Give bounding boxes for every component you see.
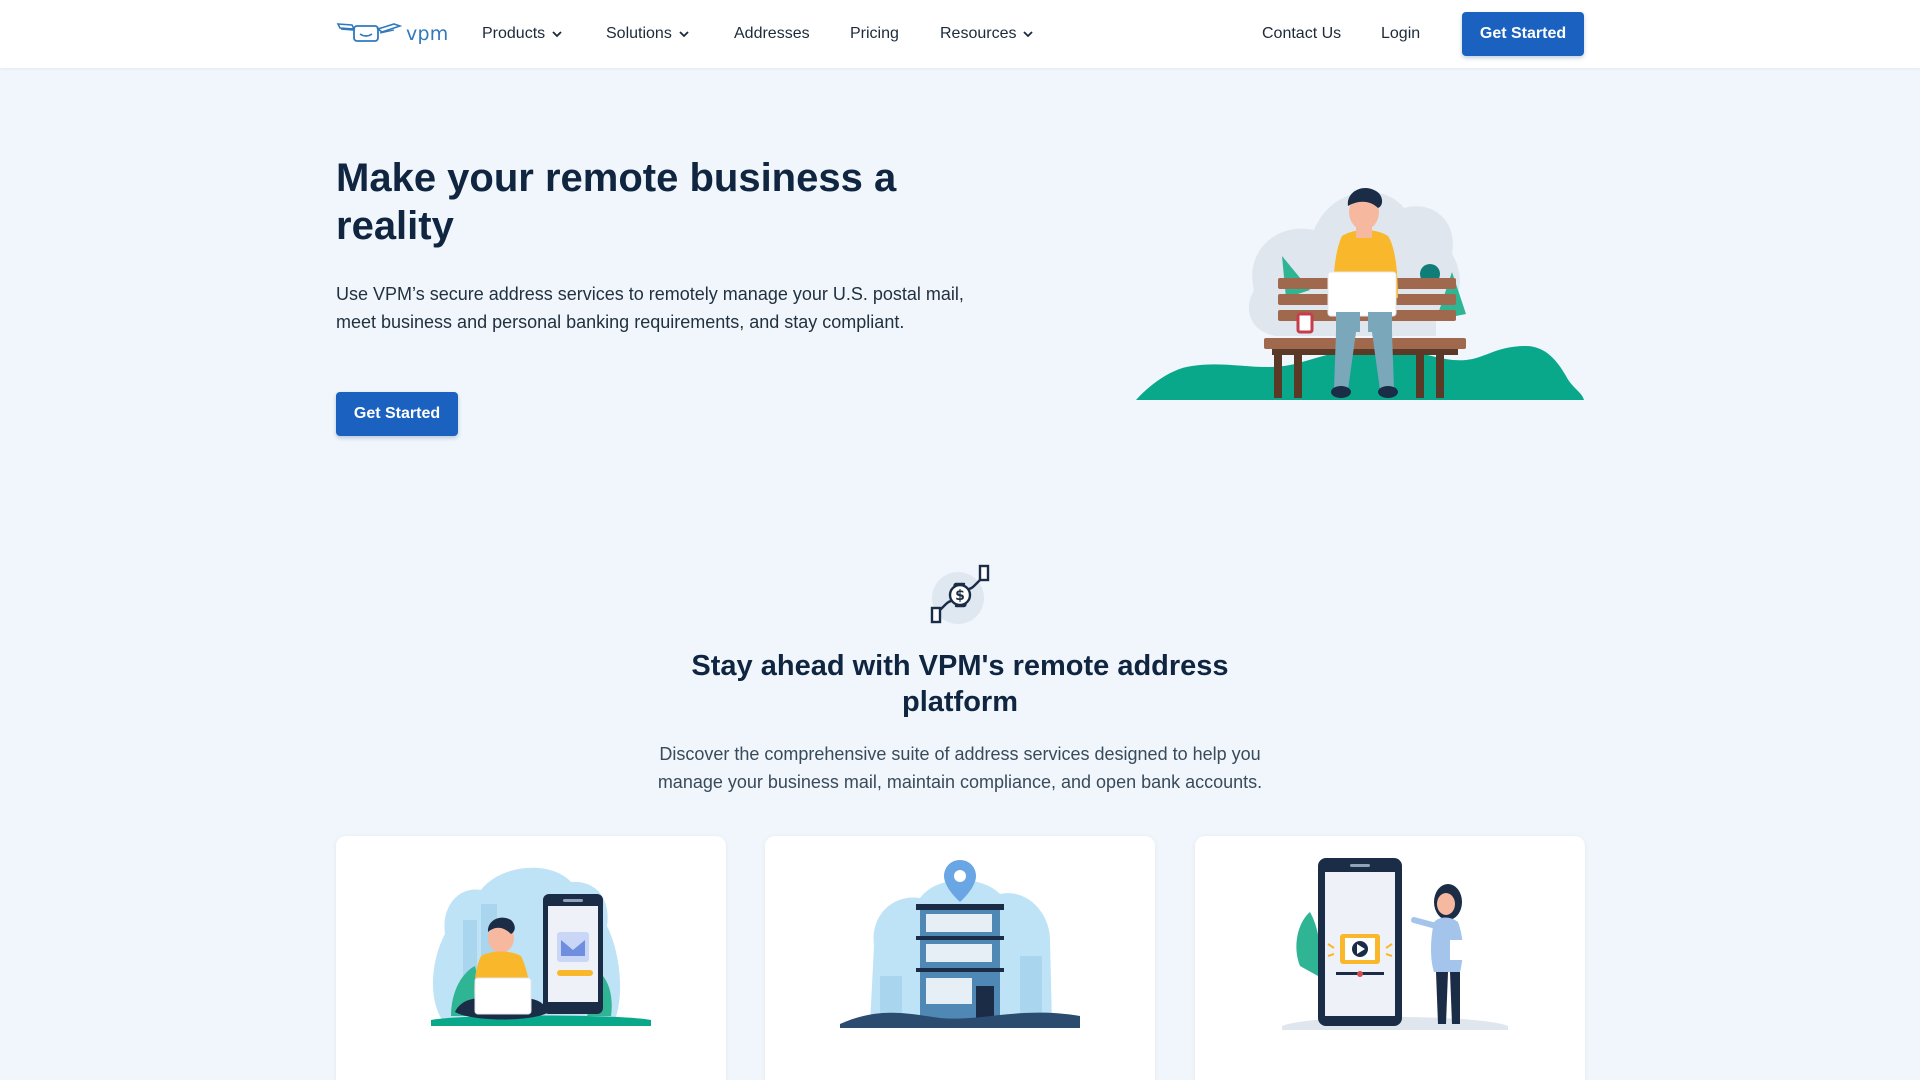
top-nav-bar: vpm Products Solutions Addresses Pricing… [0, 0, 1920, 68]
hero-title: Make your remote business a reality [336, 156, 897, 248]
nav-products-label: Products [482, 25, 546, 42]
money-exchange-icon: $ [930, 564, 990, 624]
get-started-hero-button[interactable]: Get Started [336, 392, 458, 436]
feature-card-mail[interactable] [336, 836, 726, 1080]
nav-contact-us[interactable]: Contact Us [1262, 22, 1341, 46]
feature-card-address[interactable] [765, 836, 1155, 1080]
nav-pricing-label: Pricing [850, 25, 899, 42]
nav-pricing[interactable]: Pricing [850, 22, 899, 46]
nav-addresses[interactable]: Addresses [734, 22, 810, 46]
nav-login[interactable]: Login [1381, 22, 1420, 46]
woman-with-phone-video-illustration [1282, 858, 1508, 1030]
vpm-logo[interactable]: vpm [336, 19, 448, 49]
nav-products[interactable]: Products [482, 22, 563, 46]
logo-text: vpm [406, 23, 449, 45]
platform-section-description: Discover the comprehensive suite of addr… [657, 744, 1263, 792]
nav-resources-label: Resources [940, 25, 1017, 42]
nav-addresses-label: Addresses [734, 25, 810, 42]
nav-solutions[interactable]: Solutions [606, 22, 690, 46]
chevron-down-icon [1023, 31, 1034, 38]
person-with-laptop-and-phone-mail-illustration [431, 867, 651, 1026]
svg-text:$: $ [955, 588, 965, 604]
nav-resources[interactable]: Resources [940, 22, 1034, 46]
chevron-down-icon [552, 31, 562, 38]
nav-solutions-label: Solutions [606, 25, 672, 42]
office-building-location-pin-illustration [840, 860, 1080, 1028]
hero-description: Use VPM’s secure address services to rem… [336, 284, 964, 332]
chevron-down-icon [679, 31, 689, 38]
feature-card-video[interactable] [1195, 836, 1585, 1080]
man-on-bench-with-laptop-illustration [1136, 187, 1584, 400]
platform-section-title: Stay ahead with VPM's remote address pla… [691, 650, 1229, 718]
winged-mailbox-icon [336, 19, 403, 50]
get-started-nav-button[interactable]: Get Started [1462, 12, 1584, 56]
